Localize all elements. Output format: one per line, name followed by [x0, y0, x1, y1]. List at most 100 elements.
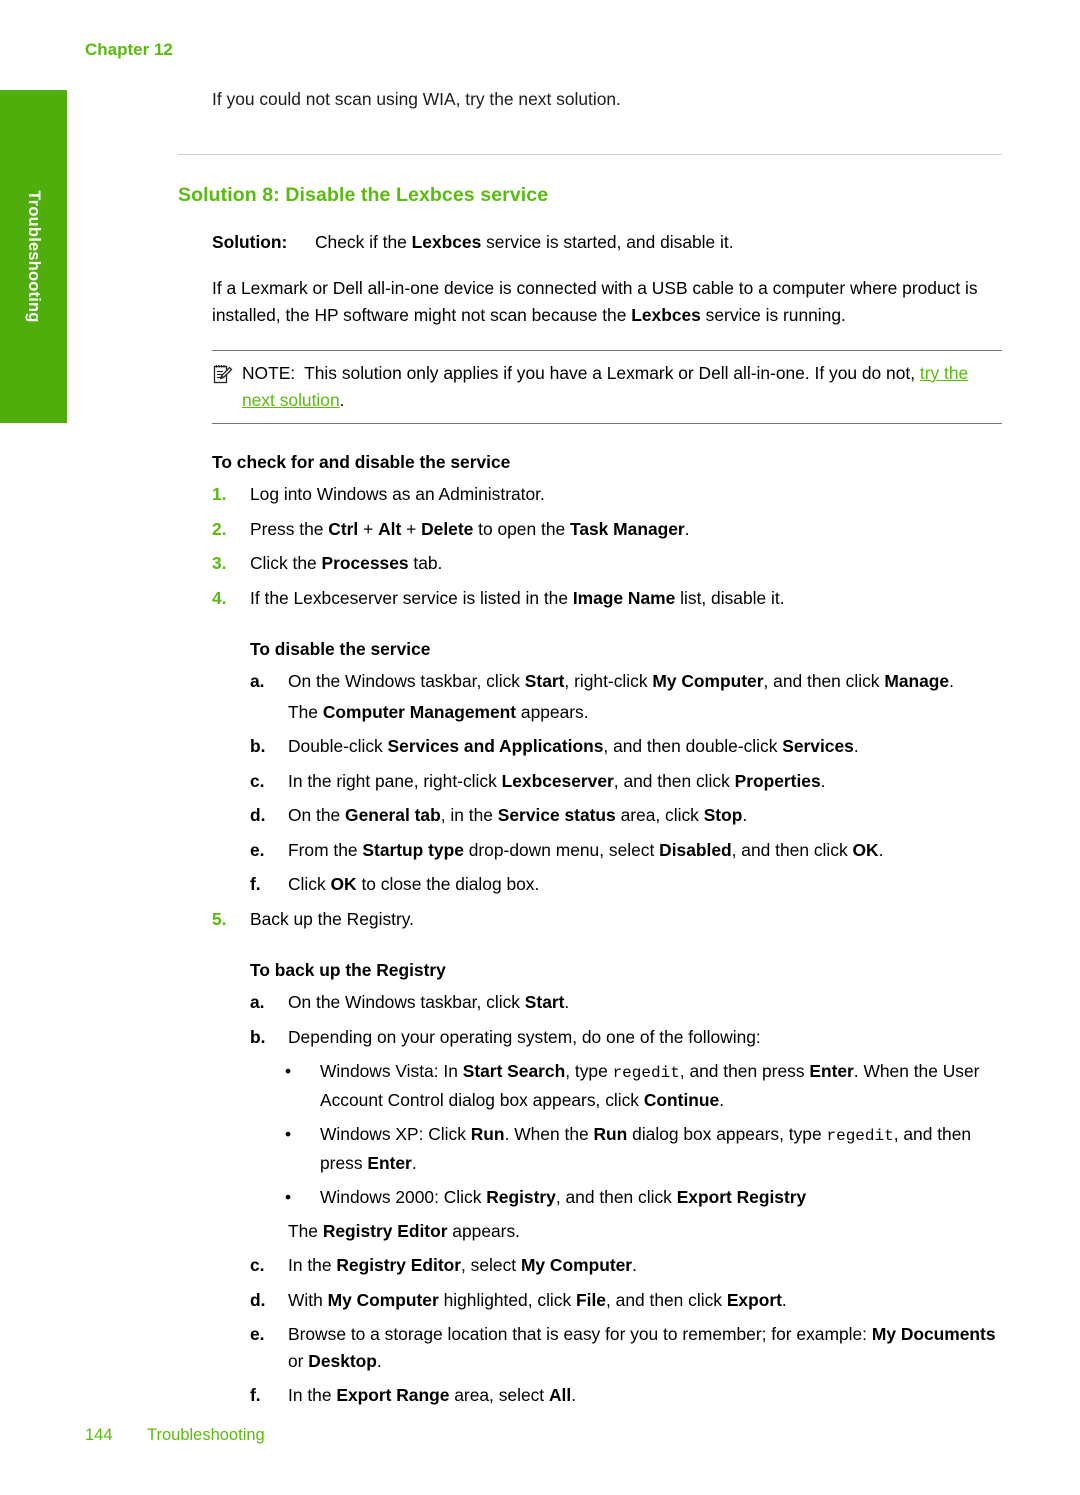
list-item: • Windows Vista: In Start Search, type re…: [285, 1058, 1002, 1113]
text-run: .: [878, 839, 884, 860]
bold-run: Continue: [643, 1089, 720, 1110]
code-run: regedit: [612, 1064, 680, 1082]
text-run: . When the: [504, 1124, 594, 1144]
text-run: .: [376, 1350, 382, 1371]
list-item: a. On the Windows taskbar, click Start, r…: [250, 668, 1002, 725]
list-item-text: Click OK to close the dialog box.: [288, 871, 1002, 898]
text-run: The: [288, 1220, 323, 1241]
solution-heading: Solution 8: Disable the Lexbces service: [178, 184, 549, 206]
note-pencil-icon: [212, 360, 238, 393]
bold-run: My Computer: [327, 1289, 439, 1310]
list-item-marker: 5.: [212, 908, 227, 929]
bold-run: Alt: [378, 518, 402, 539]
bold-run: Run: [470, 1124, 505, 1144]
footer-section-label: Troubleshooting: [147, 1426, 265, 1444]
list-item-text: In the right pane, right-click Lexbceser…: [288, 768, 1002, 795]
bold-run: Enter: [809, 1061, 854, 1081]
text-run: .: [853, 736, 859, 756]
text-run: .: [781, 1289, 787, 1310]
list-item-marker: 2.: [212, 518, 227, 539]
text-run: to open the: [473, 518, 570, 539]
bold-run: Export: [726, 1289, 782, 1310]
text-run: , select: [461, 1255, 521, 1275]
bold-run: Registry Editor: [322, 1220, 448, 1241]
solution-summary-bold: Lexbces: [411, 232, 482, 252]
bold-run: Enter: [367, 1152, 412, 1173]
bold-run: Processes: [321, 553, 409, 573]
note-text: NOTE: This solution only applies if you h…: [242, 360, 1002, 413]
solution-body-bold: Lexbces: [631, 304, 701, 325]
text-run: In the: [288, 1385, 337, 1405]
text-run: .: [684, 518, 690, 539]
list-item-text: Browse to a storage location that is eas…: [288, 1321, 1002, 1374]
text-run: , and then click: [555, 1187, 677, 1207]
note-label: NOTE:: [242, 363, 296, 383]
list-item-marker: b.: [250, 1026, 266, 1047]
text-run: appears.: [447, 1220, 520, 1241]
note-box: NOTE: This solution only applies if you h…: [212, 350, 1002, 424]
text-run: Windows 2000: Click: [320, 1187, 487, 1207]
list-item-text: Click the Processes tab.: [250, 550, 1002, 577]
bold-run: Run: [593, 1124, 628, 1144]
text-run: Browse to a storage location that is eas…: [288, 1324, 872, 1344]
text-run: drop-down menu, select: [463, 839, 660, 860]
bold-run: Export Range: [336, 1385, 450, 1405]
chapter-header: Chapter 12: [85, 40, 173, 59]
text-run: Windows Vista: In: [320, 1061, 463, 1081]
text-run: Click: [288, 874, 331, 894]
side-tab-label: Troubleshooting: [25, 190, 43, 323]
list-item-marker: •: [285, 1124, 292, 1144]
bold-run: OK: [330, 874, 357, 894]
text-run: , type: [565, 1061, 613, 1081]
note-text-2: .: [339, 389, 345, 410]
code-run: regedit: [826, 1127, 894, 1145]
bold-run: Start Search: [462, 1061, 566, 1081]
text-run: Press the: [250, 518, 329, 539]
text-run: , and then press: [679, 1061, 810, 1081]
bold-run: Services: [782, 736, 854, 756]
text-run: Click the: [250, 553, 322, 573]
text-run: On the Windows taskbar, click: [288, 671, 525, 691]
list-item: b. Double-click Services and Applications…: [250, 733, 1002, 760]
bold-run: Ctrl: [328, 518, 359, 539]
bold-run: Start: [524, 671, 565, 691]
solution-body-1: If a Lexmark or Dell all-in-one device i…: [212, 278, 978, 325]
text-run: Log into Windows as an Administrator.: [250, 484, 545, 504]
text-run: , and then double-click: [603, 736, 783, 756]
list-item: e. From the Startup type drop-down menu, …: [250, 837, 1002, 864]
page-footer: 144 Troubleshooting: [85, 1426, 265, 1445]
list-item: 3. Click the Processes tab.: [212, 550, 1002, 577]
list-item-marker: 4.: [212, 587, 227, 608]
list-item: d. With My Computer highlighted, click Fi…: [250, 1287, 1002, 1314]
bold-run: File: [576, 1289, 606, 1310]
list-item: • Windows XP: Click Run. When the Run dia…: [285, 1121, 1002, 1176]
text-run: tab.: [408, 553, 443, 573]
text-run: Windows XP: Click: [320, 1124, 471, 1144]
list-item-text: On the Windows taskbar, click Start.: [288, 989, 1002, 1016]
list-item: c. In the right pane, right-click Lexbces…: [250, 768, 1002, 795]
text-run: .: [820, 770, 826, 791]
list-item-text: Depending on your operating system, do o…: [288, 1024, 1002, 1051]
bold-run: Service status: [497, 805, 616, 825]
text-run: +: [401, 518, 422, 539]
bold-run: Manage: [884, 671, 950, 691]
text-run: or: [288, 1350, 309, 1371]
list-item-marker: •: [285, 1061, 292, 1081]
list-item: c. In the Registry Editor, select My Comp…: [250, 1252, 1002, 1279]
text-run: .: [742, 805, 748, 825]
bold-run: Properties: [734, 770, 821, 791]
list-item: f. In the Export Range area, select All.: [250, 1382, 1002, 1409]
note-text-1: This solution only applies if you have a…: [304, 363, 920, 383]
list-item-text: Double-click Services and Applications, …: [288, 733, 1002, 760]
bold-run: My Documents: [871, 1324, 996, 1344]
text-run: area, click: [615, 805, 704, 825]
list-item-marker: a.: [250, 992, 265, 1012]
list-item: • Windows 2000: Click Registry, and then …: [285, 1184, 1002, 1211]
solution-label: Solution:: [212, 232, 288, 252]
list-item: 5. Back up the Registry.: [212, 906, 1002, 933]
list-item: f. Click OK to close the dialog box.: [250, 871, 1002, 898]
text-run: .: [571, 1385, 577, 1405]
list-item-marker: b.: [250, 736, 266, 756]
bold-run: OK: [852, 839, 879, 860]
heading-backup-registry: To back up the Registry: [250, 960, 446, 980]
